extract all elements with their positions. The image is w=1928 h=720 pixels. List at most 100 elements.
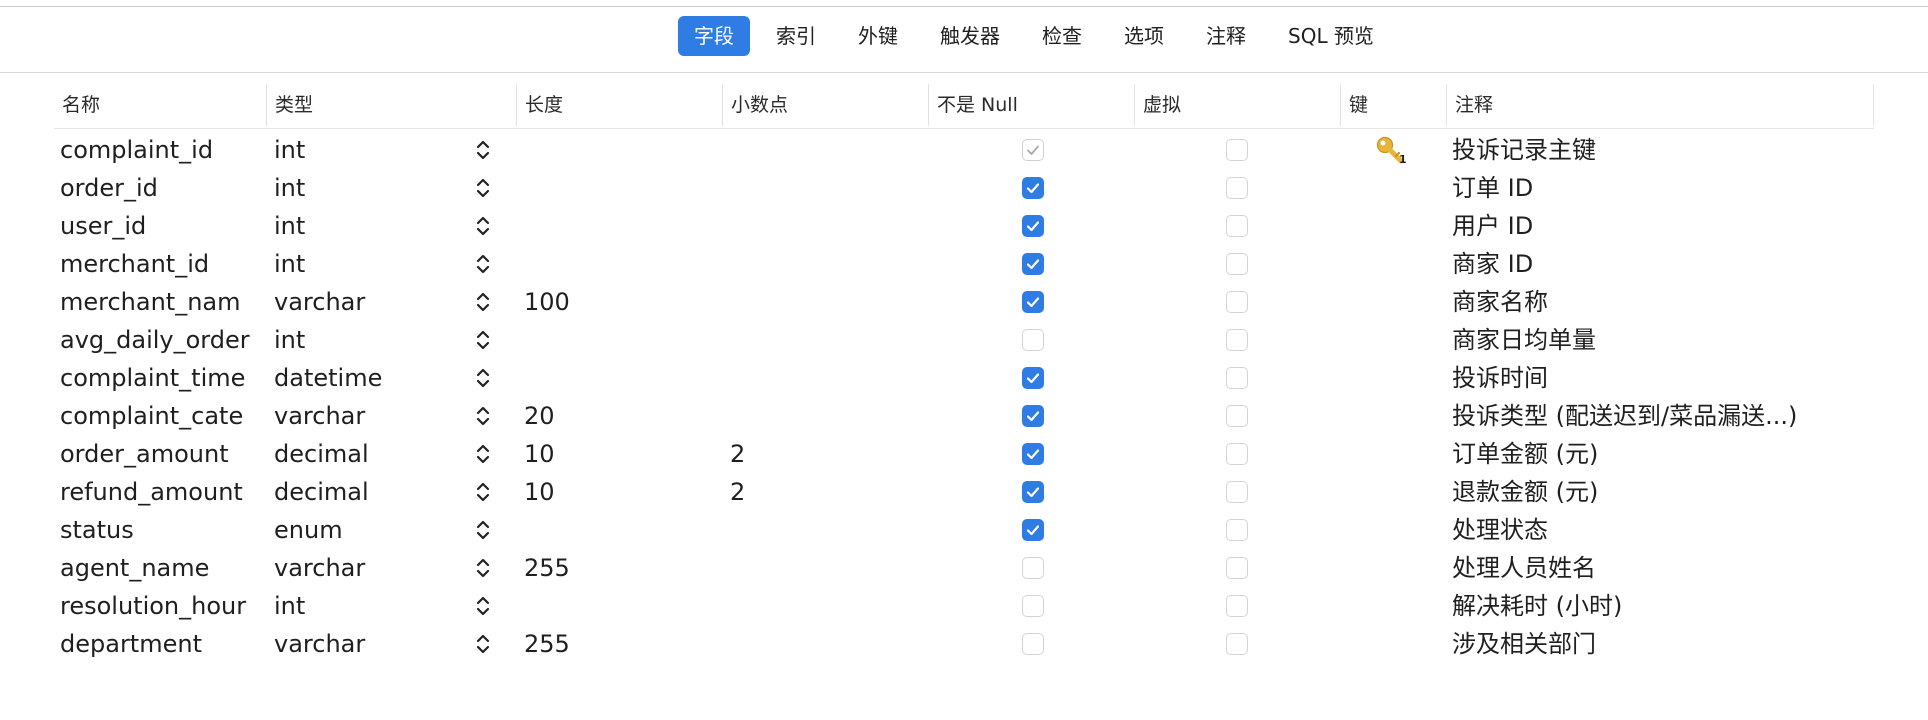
type-stepper-icon[interactable]: [474, 290, 498, 314]
tab-6[interactable]: 注释: [1190, 16, 1262, 56]
key-cell[interactable]: [1374, 437, 1408, 471]
column-header-virtual[interactable]: 虚拟: [1134, 84, 1340, 126]
field-comment-cell[interactable]: 涉及相关部门: [1452, 625, 1892, 663]
field-comment-cell[interactable]: 商家名称: [1452, 283, 1892, 321]
field-name-cell[interactable]: order_id: [60, 169, 262, 207]
type-stepper-icon[interactable]: [474, 214, 498, 238]
field-name-cell[interactable]: merchant_id: [60, 245, 262, 283]
field-decimals-cell[interactable]: 2: [730, 473, 850, 511]
type-stepper-icon[interactable]: [474, 252, 498, 276]
not-null-checkbox[interactable]: [1022, 367, 1044, 389]
field-name-cell[interactable]: merchant_nam: [60, 283, 262, 321]
field-decimals-cell[interactable]: [730, 511, 850, 549]
key-cell[interactable]: [1374, 247, 1408, 281]
field-name-cell[interactable]: order_amount: [60, 435, 262, 473]
key-cell[interactable]: 1: [1374, 133, 1408, 167]
field-type-cell[interactable]: decimal: [274, 473, 424, 511]
field-name-cell[interactable]: department: [60, 625, 262, 663]
table-row[interactable]: avg_daily_order int 商家日均单量: [54, 321, 1874, 359]
field-length-cell[interactable]: [524, 207, 674, 245]
field-type-cell[interactable]: int: [274, 587, 424, 625]
virtual-checkbox[interactable]: [1226, 633, 1248, 655]
virtual-checkbox[interactable]: [1226, 215, 1248, 237]
field-comment-cell[interactable]: 订单 ID: [1452, 169, 1892, 207]
virtual-checkbox[interactable]: [1226, 481, 1248, 503]
table-row[interactable]: complaint_id int 1 投诉记录主键: [54, 131, 1874, 169]
type-stepper-icon[interactable]: [474, 632, 498, 656]
field-comment-cell[interactable]: 退款金额 (元): [1452, 473, 1892, 511]
column-header-key[interactable]: 键: [1340, 84, 1446, 126]
type-stepper-icon[interactable]: [474, 442, 498, 466]
table-row[interactable]: complaint_time datetime 投诉时间: [54, 359, 1874, 397]
field-decimals-cell[interactable]: [730, 321, 850, 359]
type-stepper-icon[interactable]: [474, 480, 498, 504]
field-type-cell[interactable]: int: [274, 321, 424, 359]
field-decimals-cell[interactable]: [730, 169, 850, 207]
table-row[interactable]: complaint_cate varchar 20 投诉类型 (配送迟到/菜品漏送..…: [54, 397, 1874, 435]
column-header-length[interactable]: 长度: [516, 84, 722, 126]
field-decimals-cell[interactable]: [730, 625, 850, 663]
field-type-cell[interactable]: enum: [274, 511, 424, 549]
not-null-checkbox[interactable]: [1022, 405, 1044, 427]
field-length-cell[interactable]: 255: [524, 549, 674, 587]
virtual-checkbox[interactable]: [1226, 177, 1248, 199]
not-null-checkbox[interactable]: [1022, 443, 1044, 465]
tab-3[interactable]: 触发器: [924, 16, 1016, 56]
field-name-cell[interactable]: complaint_id: [60, 131, 262, 169]
type-stepper-icon[interactable]: [474, 366, 498, 390]
field-type-cell[interactable]: int: [274, 245, 424, 283]
virtual-checkbox[interactable]: [1226, 329, 1248, 351]
key-cell[interactable]: [1374, 551, 1408, 585]
field-length-cell[interactable]: 100: [524, 283, 674, 321]
field-name-cell[interactable]: avg_daily_order: [60, 321, 262, 359]
not-null-checkbox[interactable]: [1022, 291, 1044, 313]
not-null-checkbox[interactable]: [1022, 519, 1044, 541]
field-length-cell[interactable]: [524, 359, 674, 397]
field-comment-cell[interactable]: 用户 ID: [1452, 207, 1892, 245]
field-type-cell[interactable]: varchar: [274, 625, 424, 663]
field-comment-cell[interactable]: 解决耗时 (小时): [1452, 587, 1892, 625]
virtual-checkbox[interactable]: [1226, 291, 1248, 313]
column-header-comment[interactable]: 注释: [1446, 84, 1874, 126]
field-name-cell[interactable]: user_id: [60, 207, 262, 245]
field-length-cell[interactable]: 10: [524, 435, 674, 473]
column-header-not-null[interactable]: 不是 Null: [928, 84, 1134, 126]
tab-2[interactable]: 外键: [842, 16, 914, 56]
field-comment-cell[interactable]: 投诉类型 (配送迟到/菜品漏送...): [1452, 397, 1892, 435]
not-null-checkbox[interactable]: [1022, 557, 1044, 579]
field-length-cell[interactable]: [524, 511, 674, 549]
field-length-cell[interactable]: 10: [524, 473, 674, 511]
field-comment-cell[interactable]: 处理人员姓名: [1452, 549, 1892, 587]
tab-1[interactable]: 索引: [760, 16, 832, 56]
field-decimals-cell[interactable]: [730, 245, 850, 283]
table-row[interactable]: order_id int 订单 ID: [54, 169, 1874, 207]
column-header-type[interactable]: 类型: [266, 84, 476, 126]
field-name-cell[interactable]: complaint_cate: [60, 397, 262, 435]
tab-5[interactable]: 选项: [1108, 16, 1180, 56]
virtual-checkbox[interactable]: [1226, 367, 1248, 389]
tab-4[interactable]: 检查: [1026, 16, 1098, 56]
table-row[interactable]: department varchar 255 涉及相关部门: [54, 625, 1874, 663]
type-stepper-icon[interactable]: [474, 556, 498, 580]
table-row[interactable]: merchant_id int 商家 ID: [54, 245, 1874, 283]
primary-key-icon[interactable]: 1: [1374, 136, 1408, 167]
not-null-checkbox[interactable]: [1022, 595, 1044, 617]
type-stepper-icon[interactable]: [474, 328, 498, 352]
type-stepper-icon[interactable]: [474, 518, 498, 542]
column-header-name[interactable]: 名称: [54, 84, 266, 126]
type-stepper-icon[interactable]: [474, 404, 498, 428]
virtual-checkbox[interactable]: [1226, 595, 1248, 617]
key-cell[interactable]: [1374, 475, 1408, 509]
type-stepper-icon[interactable]: [474, 176, 498, 200]
field-comment-cell[interactable]: 投诉时间: [1452, 359, 1892, 397]
column-header-decimals[interactable]: 小数点: [722, 84, 928, 126]
key-cell[interactable]: [1374, 361, 1408, 395]
table-row[interactable]: resolution_hour int 解决耗时 (小时): [54, 587, 1874, 625]
field-type-cell[interactable]: int: [274, 207, 424, 245]
field-name-cell[interactable]: agent_name: [60, 549, 262, 587]
field-type-cell[interactable]: int: [274, 169, 424, 207]
field-decimals-cell[interactable]: 2: [730, 435, 850, 473]
field-length-cell[interactable]: 255: [524, 625, 674, 663]
field-type-cell[interactable]: varchar: [274, 283, 424, 321]
key-cell[interactable]: [1374, 399, 1408, 433]
